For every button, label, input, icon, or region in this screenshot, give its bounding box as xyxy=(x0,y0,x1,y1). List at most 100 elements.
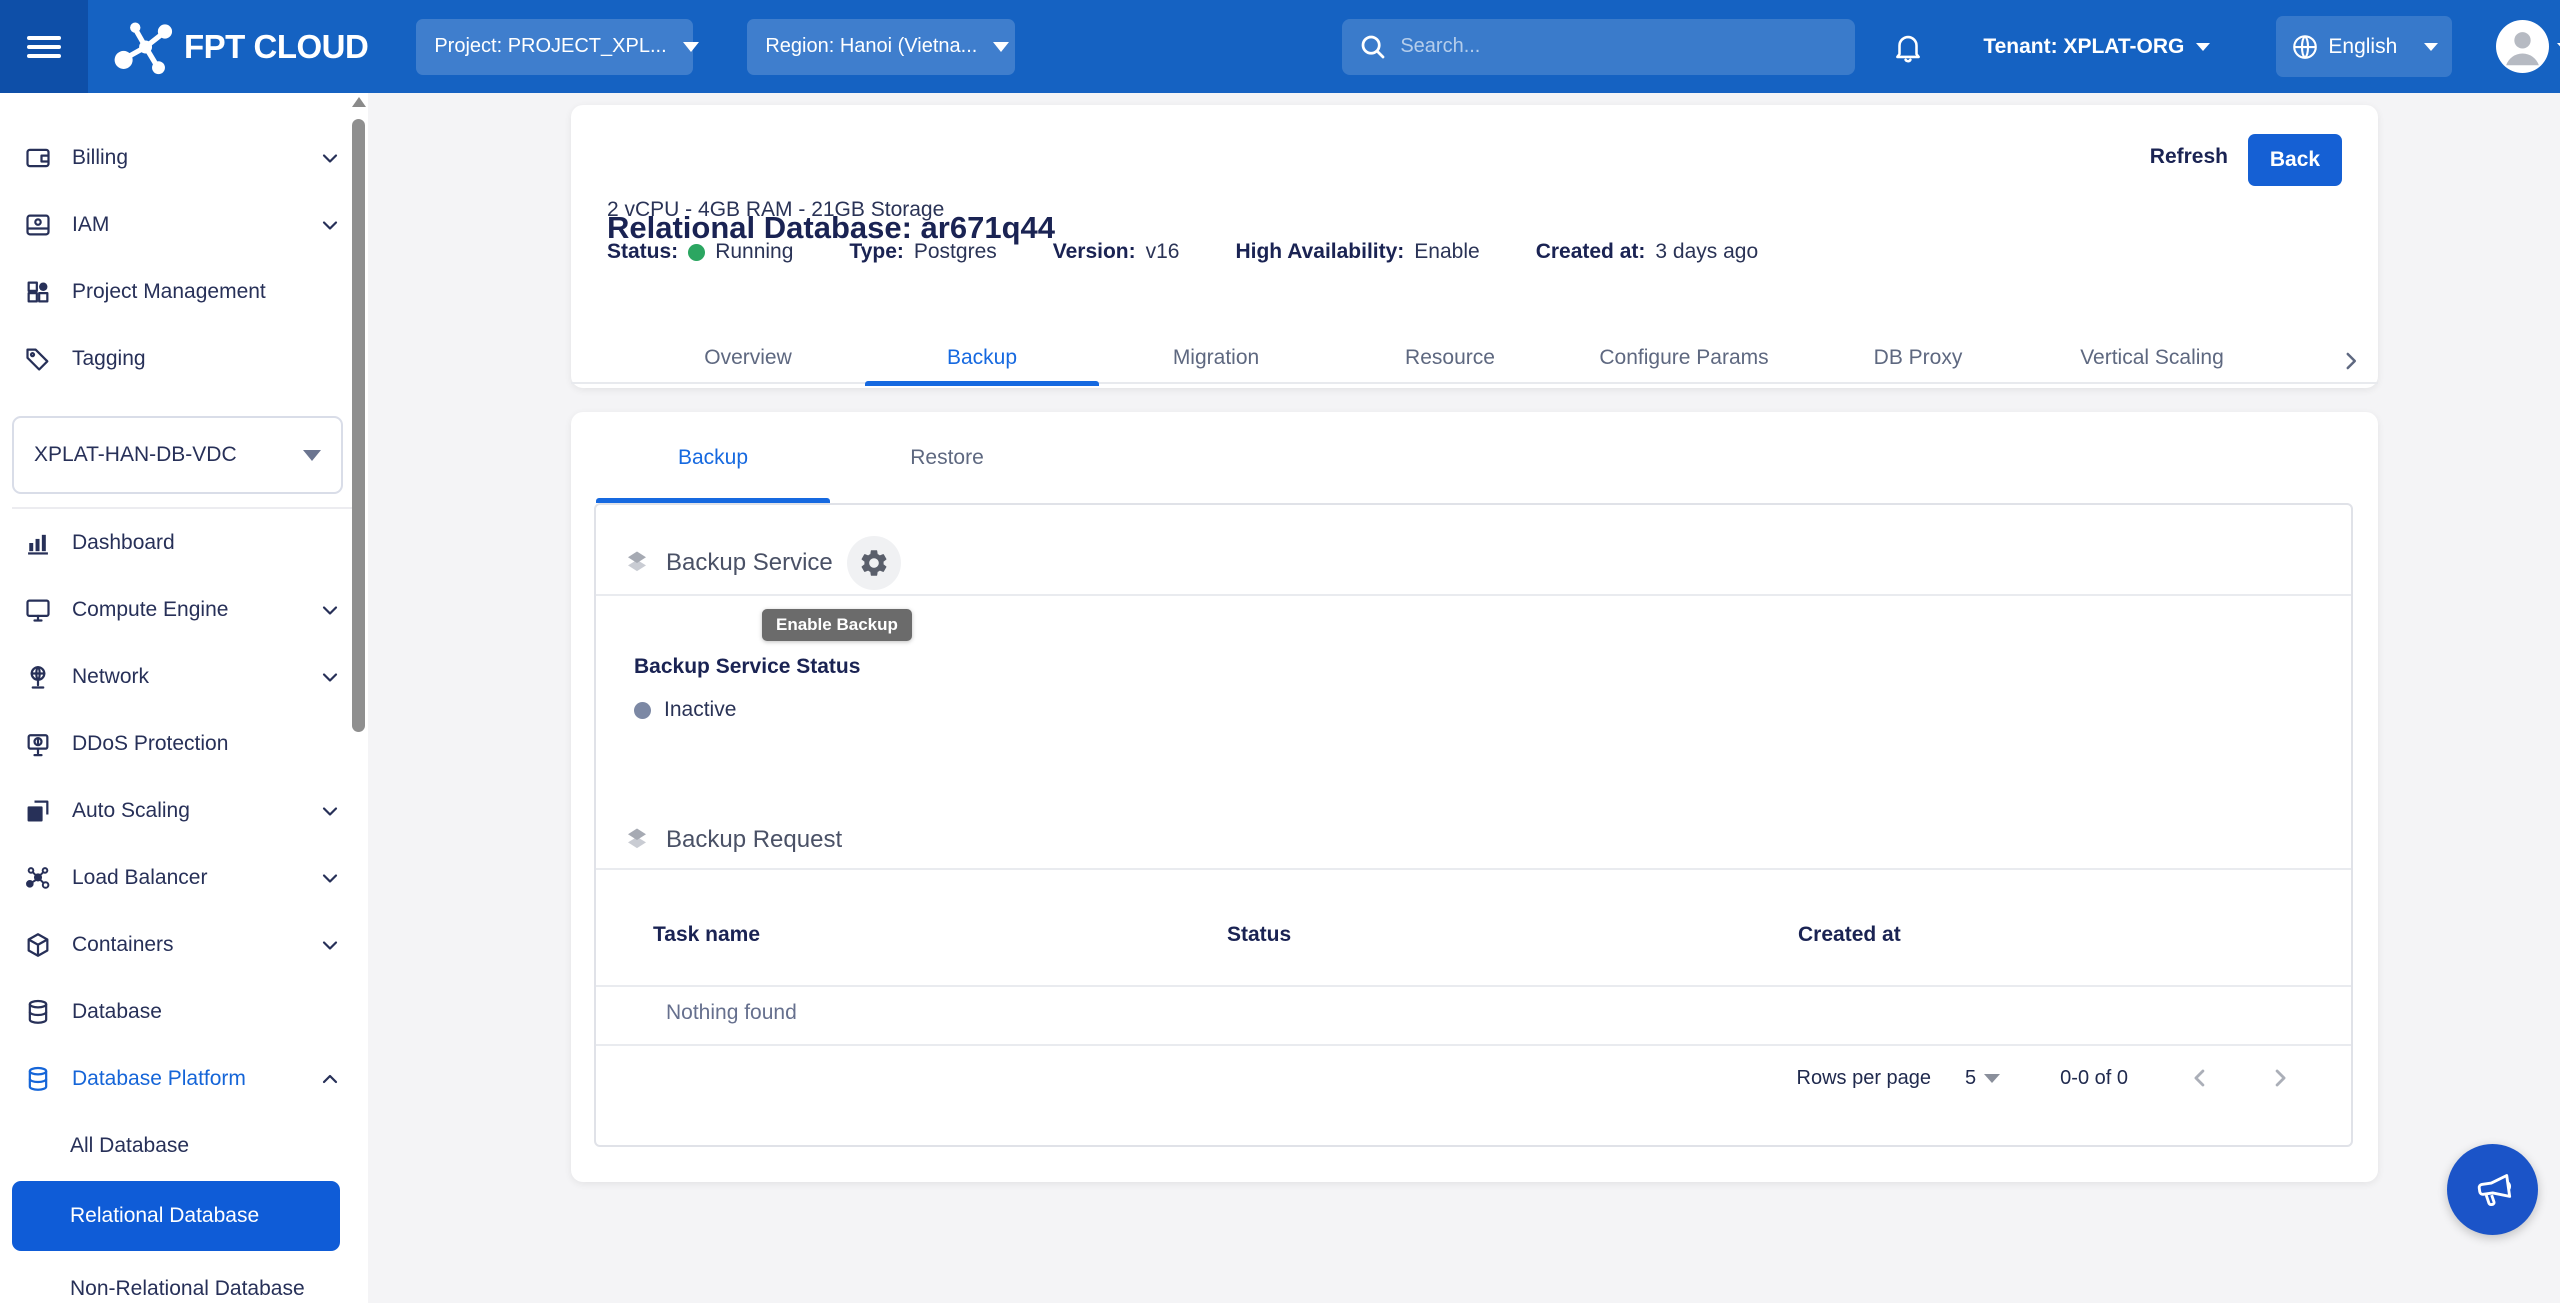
sidebar-item-label: Network xyxy=(72,665,149,689)
chevron-down-icon xyxy=(318,933,342,957)
backup-service-header: Backup Service xyxy=(622,536,901,590)
notifications-bell-button[interactable] xyxy=(1891,30,1925,64)
backup-restore-tabs: Backup Restore xyxy=(596,412,1064,503)
region-dropdown-label: Region: Hanoi (Vietna... xyxy=(765,35,977,58)
sidebar-item-all-database[interactable]: All Database xyxy=(0,1112,368,1179)
version-value: v16 xyxy=(1146,240,1180,264)
refresh-button[interactable]: Refresh xyxy=(2150,145,2228,169)
tenant-dropdown[interactable]: Tenant: XPLAT-ORG xyxy=(1983,35,2210,59)
tab-resource[interactable]: Resource xyxy=(1333,328,1567,388)
status-segment: Status: Running xyxy=(607,240,793,264)
tab-configure-params[interactable]: Configure Params xyxy=(1567,328,1801,388)
pagination-next-button[interactable] xyxy=(2266,1064,2294,1092)
tab-backup[interactable]: Backup xyxy=(865,328,1099,388)
status-running-dot xyxy=(688,244,705,261)
tab-vertical-scaling[interactable]: Vertical Scaling xyxy=(2035,328,2269,388)
sidebar-item-non-relational-database[interactable]: Non-Relational Database xyxy=(0,1255,368,1303)
status-label: Status: xyxy=(607,240,678,264)
tab-backup-inner[interactable]: Backup xyxy=(596,412,830,503)
sidebar-item-label: Load Balancer xyxy=(72,866,207,890)
avatar xyxy=(2496,20,2549,73)
chevron-down-icon xyxy=(683,42,699,52)
tab-restore[interactable]: Restore xyxy=(830,412,1064,503)
feedback-fab-button[interactable] xyxy=(2447,1144,2538,1235)
backup-content-box: Backup Service Enable Backup Backup Serv… xyxy=(594,503,2353,1147)
scrollbar-thumb[interactable] xyxy=(352,119,365,732)
ha-value: Enable xyxy=(1414,240,1479,264)
nodes-icon xyxy=(24,864,52,892)
tab-migration[interactable]: Migration xyxy=(1099,328,1333,388)
sidebar-item-label: Tagging xyxy=(72,347,146,371)
top-navbar: FPT CLOUD Project: PROJECT_XPL... Region… xyxy=(0,0,2560,93)
chevron-up-icon xyxy=(318,1067,342,1091)
sidebar-item-label: Billing xyxy=(72,146,128,170)
chevron-down-icon xyxy=(993,42,1009,52)
sidebar-item-auto-scaling[interactable]: Auto Scaling xyxy=(0,777,368,844)
scaling-squares-icon xyxy=(24,797,52,825)
sidebar-item-label: Database xyxy=(72,1000,162,1024)
megaphone-icon xyxy=(2470,1167,2516,1213)
sidebar-item-compute-engine[interactable]: Compute Engine xyxy=(0,576,368,643)
backup-service-status-heading: Backup Service Status xyxy=(634,655,860,679)
chevron-down-icon xyxy=(2424,43,2438,51)
layers-icon xyxy=(622,825,652,855)
language-selector[interactable]: English xyxy=(2276,16,2452,77)
sidebar-item-iam[interactable]: IAM xyxy=(0,191,368,258)
sidebar-item-tagging[interactable]: Tagging xyxy=(0,325,368,392)
tab-overview[interactable]: Overview xyxy=(631,328,865,388)
sidebar-item-label: Relational Database xyxy=(70,1204,259,1228)
tabs-scroll-right-button[interactable] xyxy=(2338,348,2364,374)
section-divider xyxy=(596,868,2351,870)
sidebar-item-label: Dashboard xyxy=(72,531,175,555)
sidebar-scrollbar[interactable] xyxy=(351,97,366,1303)
section-divider xyxy=(596,594,2351,596)
backup-settings-button[interactable] xyxy=(847,536,901,590)
sidebar-item-database-platform[interactable]: Database Platform xyxy=(0,1045,368,1112)
chevron-down-icon xyxy=(318,665,342,689)
fpt-cloud-logo[interactable]: FPT CLOUD xyxy=(112,16,368,78)
region-dropdown[interactable]: Region: Hanoi (Vietna... xyxy=(747,19,1015,75)
database-icon xyxy=(24,1065,52,1093)
rows-per-page-value: 5 xyxy=(1965,1067,1976,1090)
created-label: Created at: xyxy=(1536,240,1646,264)
column-header-status: Status xyxy=(1227,923,1291,947)
search-input[interactable] xyxy=(1400,35,1839,58)
pagination-previous-button[interactable] xyxy=(2186,1064,2214,1092)
back-button[interactable]: Back xyxy=(2248,134,2342,186)
sidebar-item-relational-database[interactable]: Relational Database xyxy=(12,1181,340,1251)
sidebar-item-dashboard[interactable]: Dashboard xyxy=(0,509,368,576)
sidebar-item-ddos-protection[interactable]: DDoS Protection xyxy=(0,710,368,777)
id-card-icon xyxy=(24,211,52,239)
sidebar-item-network[interactable]: Network xyxy=(0,643,368,710)
backup-service-title: Backup Service xyxy=(666,549,833,577)
database-header-card: Relational Database: ar671q44 2 vCPU - 4… xyxy=(571,105,2378,388)
sidebar-item-load-balancer[interactable]: Load Balancer xyxy=(0,844,368,911)
status-row: Status: Running Type: Postgres Version: … xyxy=(607,240,1758,264)
user-menu[interactable] xyxy=(2496,20,2560,73)
column-header-task-name: Task name xyxy=(653,923,760,947)
project-dropdown[interactable]: Project: PROJECT_XPL... xyxy=(416,19,693,75)
bar-chart-icon xyxy=(24,529,52,557)
inactive-status-dot xyxy=(634,702,651,719)
sidebar-item-label: Project Management xyxy=(72,280,266,304)
instance-specs: 2 vCPU - 4GB RAM - 21GB Storage xyxy=(607,198,944,222)
logo-text: FPT CLOUD xyxy=(184,28,368,66)
chevron-down-icon xyxy=(1984,1074,2000,1083)
hamburger-menu-button[interactable] xyxy=(0,0,88,93)
table-row-border xyxy=(596,1044,2351,1046)
search-icon xyxy=(1358,32,1388,62)
rows-per-page-select[interactable]: 5 xyxy=(1965,1067,2000,1090)
vdc-selector[interactable]: XPLAT-HAN-DB-VDC xyxy=(12,416,343,494)
enable-backup-tooltip: Enable Backup xyxy=(762,609,912,641)
sidebar-item-billing[interactable]: Billing xyxy=(0,124,368,191)
scroll-up-arrow-icon[interactable] xyxy=(352,97,366,107)
tab-db-proxy[interactable]: DB Proxy xyxy=(1801,328,2035,388)
sidebar-item-database[interactable]: Database xyxy=(0,978,368,1045)
sidebar-item-label: Auto Scaling xyxy=(72,799,190,823)
global-search[interactable] xyxy=(1342,19,1855,75)
sidebar-item-containers[interactable]: Containers xyxy=(0,911,368,978)
sidebar-item-project-management[interactable]: Project Management xyxy=(0,258,368,325)
monitor-icon xyxy=(24,596,52,624)
type-label: Type: xyxy=(849,240,903,264)
backup-request-header: Backup Request xyxy=(622,813,842,867)
